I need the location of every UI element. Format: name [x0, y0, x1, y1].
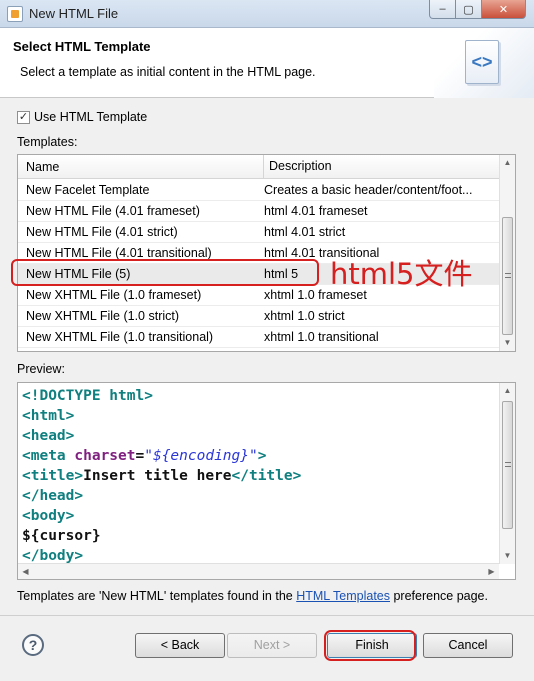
template-name-cell: New XHTML File (1.0 frameset)	[26, 288, 202, 302]
column-header-description[interactable]: Description	[263, 155, 332, 178]
scroll-down-arrow[interactable]: ▼	[500, 335, 515, 351]
preview-code: <!DOCTYPE html> <html> <head> <meta charset…	[22, 386, 301, 566]
table-row[interactable]: New XHTML File (1.0 strict) xhtml 1.0 str…	[18, 306, 500, 327]
code-token: <title>	[22, 468, 84, 484]
code-line: <meta charset="${encoding}">	[22, 446, 301, 466]
template-name-cell: New Facelet Template	[26, 183, 150, 197]
table-row[interactable]: New HTML File (4.01 strict) html 4.01 str…	[18, 222, 500, 243]
preview-scroll-thumb[interactable]	[502, 401, 513, 529]
page-description: Select a template as initial content in …	[20, 65, 316, 79]
code-token: <html>	[22, 408, 75, 424]
footer-text-prefix: Templates are 'New HTML' templates found…	[17, 589, 297, 603]
code-token: ${cursor}	[22, 528, 101, 544]
scroll-up-arrow[interactable]: ▲	[500, 155, 515, 171]
template-name-cell: New HTML File (4.01 strict)	[26, 225, 178, 239]
template-name-cell: New HTML File (4.01 frameset)	[26, 204, 200, 218]
template-description-cell: xhtml 1.0 transitional	[264, 330, 379, 344]
code-line: <title>Insert title here</title>	[22, 466, 301, 486]
code-line: ${cursor}	[22, 526, 301, 546]
templates-footer-note: Templates are 'New HTML' templates found…	[17, 589, 488, 603]
preview-horizontal-scrollbar[interactable]: ◀ ▶	[18, 563, 499, 579]
table-vertical-scrollbar[interactable]: ▲ ▼	[499, 155, 515, 351]
template-description-cell: Creates a basic header/content/foot...	[264, 183, 473, 197]
code-token: </head>	[22, 488, 84, 504]
back-button[interactable]: < Back	[135, 633, 225, 658]
code-line: <html>	[22, 406, 301, 426]
use-template-option[interactable]: ✓ Use HTML Template	[17, 110, 147, 124]
code-token: charset	[74, 448, 136, 464]
minimize-button[interactable]: –	[429, 0, 456, 19]
use-template-label: Use HTML Template	[34, 110, 148, 124]
preview-scroll-right-arrow[interactable]: ▶	[484, 564, 499, 579]
table-header: Name Description	[18, 155, 500, 179]
preview-scroll-up-arrow[interactable]: ▲	[500, 383, 515, 399]
preview-scroll-left-arrow[interactable]: ◀	[18, 564, 33, 579]
code-token: <head>	[22, 428, 75, 444]
maximize-button[interactable]: ▢	[455, 0, 482, 19]
table-row[interactable]: New XHTML File (1.0 transitional) xhtml 1…	[18, 327, 500, 348]
code-token: </title>	[231, 468, 302, 484]
table-row[interactable]: New Facelet Template Creates a basic head…	[18, 180, 500, 201]
template-name-cell: New XHTML File (1.0 transitional)	[26, 330, 214, 344]
code-line: </head>	[22, 486, 301, 506]
template-name-cell: New HTML File (5)	[26, 267, 131, 281]
window-title: New HTML File	[29, 6, 119, 21]
page-title: Select HTML Template	[13, 39, 151, 54]
wizard-header: Select HTML Template Select a template a…	[0, 28, 534, 98]
use-template-checkbox[interactable]: ✓	[17, 110, 30, 124]
preview-vertical-scrollbar[interactable]: ▲ ▼	[499, 383, 515, 564]
templates-table[interactable]: Name Description New Facelet Template Cre…	[17, 154, 516, 352]
code-token: Insert title here	[83, 468, 232, 484]
code-line: <head>	[22, 426, 301, 446]
footer-text-suffix: preference page.	[390, 589, 488, 603]
annotation-label: html5文件	[330, 257, 473, 291]
code-line: <!DOCTYPE html>	[22, 386, 301, 406]
header-graphic: <>	[434, 28, 534, 98]
table-row[interactable]: New HTML File (4.01 frameset) html 4.01 f…	[18, 201, 500, 222]
column-header-name[interactable]: Name	[26, 160, 59, 174]
template-description-cell: html 4.01 strict	[264, 225, 346, 239]
window-controls: – ▢ ✕	[429, 0, 526, 20]
template-description-cell: html 4.01 frameset	[264, 204, 368, 218]
html-file-icon: <>	[465, 40, 499, 84]
template-name-cell: New XHTML File (1.0 strict)	[26, 309, 180, 323]
template-description-cell: xhtml 1.0 strict	[264, 309, 345, 323]
code-token: >	[257, 448, 267, 464]
app-icon	[7, 6, 23, 22]
preview-label: Preview:	[17, 362, 65, 376]
code-token: </body>	[22, 548, 84, 564]
close-button[interactable]: ✕	[481, 0, 526, 19]
code-token: <body>	[22, 508, 75, 524]
scroll-thumb[interactable]	[502, 217, 513, 335]
preview-panel: <!DOCTYPE html> <html> <head> <meta charset…	[17, 382, 516, 580]
cancel-button[interactable]: Cancel	[423, 633, 513, 658]
code-line: <body>	[22, 506, 301, 526]
code-token: <!DOCTYPE html>	[22, 388, 153, 404]
html-templates-link[interactable]: HTML Templates	[296, 589, 390, 603]
templates-label: Templates:	[17, 135, 78, 149]
code-token: <meta	[22, 448, 75, 464]
button-bar-separator	[0, 615, 534, 616]
title-bar: New HTML File – ▢ ✕	[0, 0, 534, 28]
code-token: =	[135, 448, 145, 464]
code-token: "${encoding}"	[144, 448, 258, 464]
preview-scroll-down-arrow[interactable]: ▼	[500, 548, 515, 564]
next-button[interactable]: Next >	[227, 633, 317, 658]
help-icon[interactable]: ?	[22, 634, 44, 656]
finish-button[interactable]: Finish	[327, 633, 417, 658]
template-name-cell: New HTML File (4.01 transitional)	[26, 246, 212, 260]
